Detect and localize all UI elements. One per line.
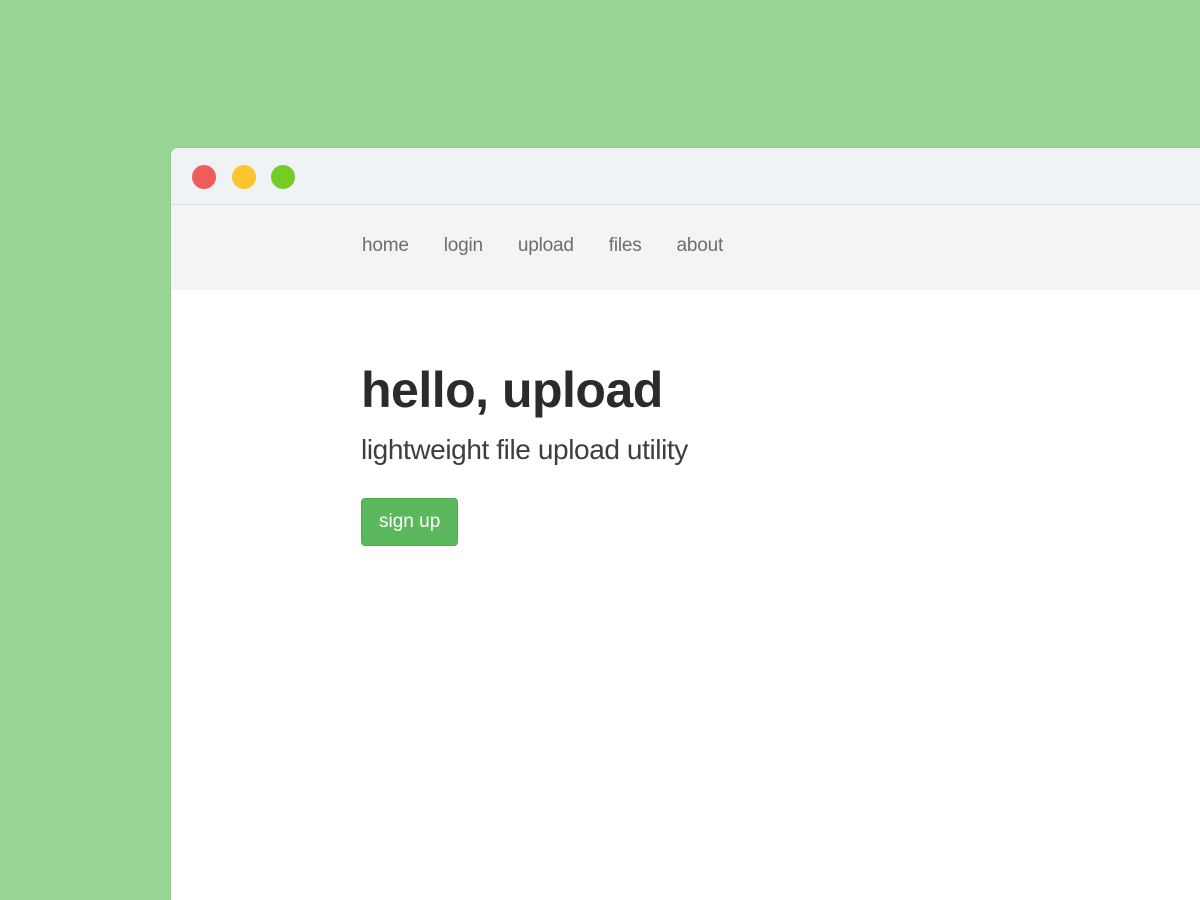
- nav-link-files[interactable]: files: [609, 235, 642, 257]
- page-subtitle: lightweight file upload utility: [361, 434, 688, 465]
- nav-link-login[interactable]: login: [444, 235, 483, 257]
- minimize-window-button[interactable]: [232, 165, 256, 189]
- nav-link-home[interactable]: home: [362, 235, 409, 257]
- maximize-window-button[interactable]: [271, 165, 295, 189]
- navbar: home login upload files about: [171, 205, 1200, 290]
- sign-up-button[interactable]: sign up: [361, 498, 459, 546]
- window-title-bar: [171, 148, 1200, 205]
- page-title: hello, upload: [361, 362, 663, 418]
- browser-window: home login upload files about hello, upl…: [171, 148, 1200, 900]
- close-window-button[interactable]: [192, 165, 216, 189]
- main-content: hello, upload lightweight file upload ut…: [171, 290, 1200, 546]
- nav-link-about[interactable]: about: [677, 235, 724, 257]
- nav-links: home login upload files about: [362, 235, 758, 257]
- nav-link-upload[interactable]: upload: [518, 235, 574, 257]
